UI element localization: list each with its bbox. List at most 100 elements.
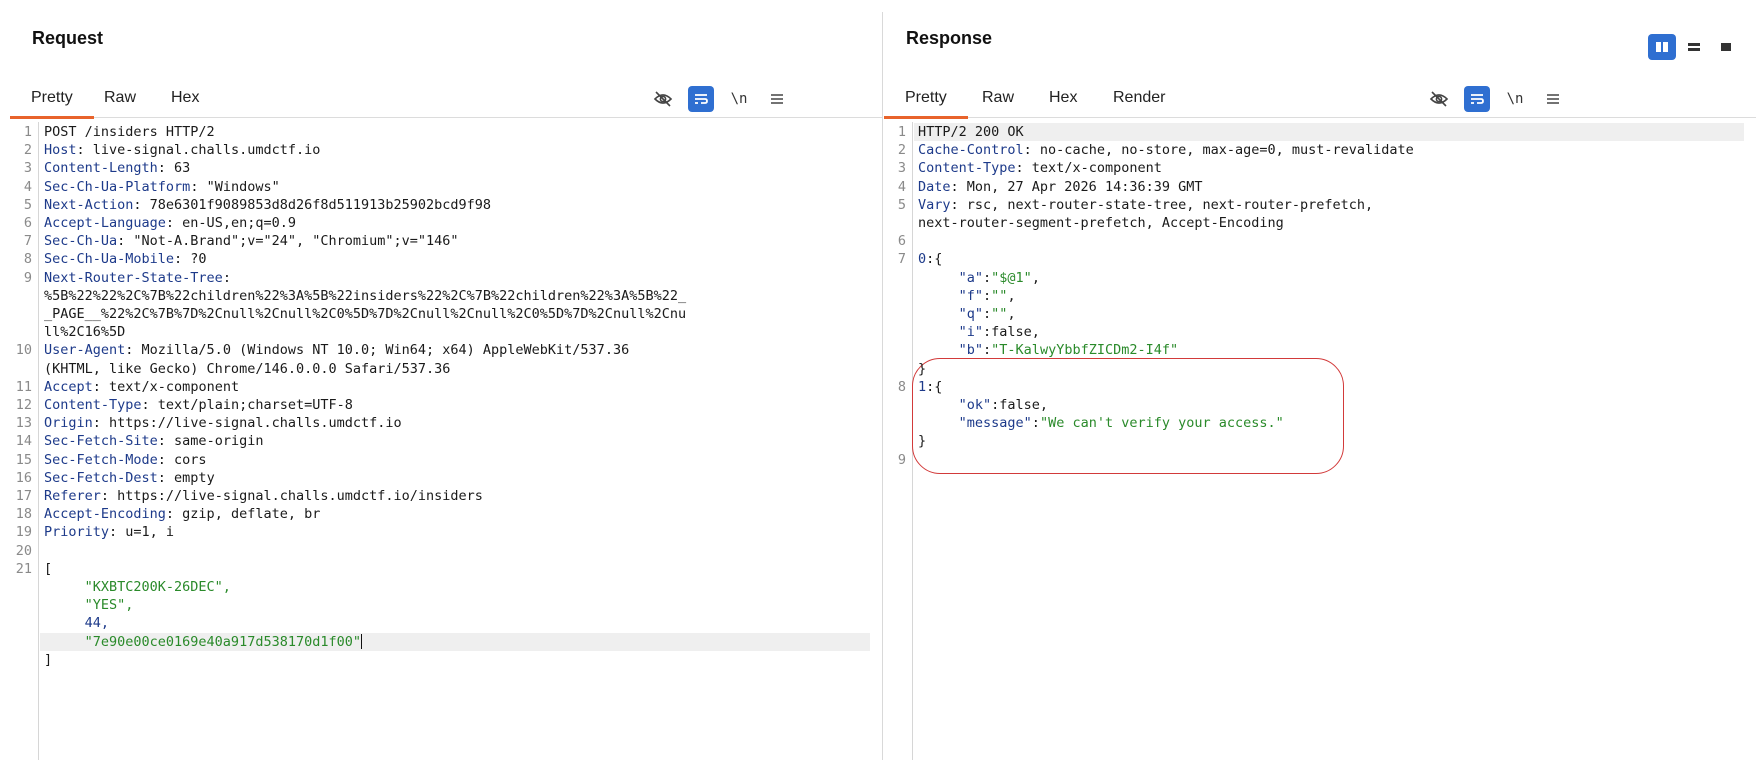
code-line: %5B%22%22%2C%7B%22children%22%3A%5B%22in… bbox=[10, 287, 882, 305]
code-token: : live-signal.challs.umdctf.io bbox=[76, 142, 321, 159]
split-horizontal-icon[interactable] bbox=[1680, 34, 1708, 60]
code-line: next-router-segment-prefetch, Accept-Enc… bbox=[884, 214, 1756, 232]
split-vertical-icon[interactable] bbox=[1648, 34, 1676, 60]
code-line: "YES", bbox=[10, 596, 882, 614]
code-text: Sec-Ch-Ua-Mobile: ?0 bbox=[44, 250, 207, 268]
code-text: (KHTML, like Gecko) Chrome/146.0.0.0 Saf… bbox=[44, 360, 450, 378]
code-token: "KXBTC200K-26DEC", bbox=[44, 579, 231, 595]
show-newlines-toggle[interactable]: \n bbox=[1502, 86, 1528, 112]
response-editor[interactable]: 1 HTTP/2 200 OK 2 Cache-Control: no-cache, … bbox=[884, 122, 1756, 760]
tab-response-raw[interactable]: Raw bbox=[961, 78, 1035, 118]
tab-response-hex[interactable]: Hex bbox=[1028, 78, 1098, 118]
code-token: HTTP/2 200 OK bbox=[918, 124, 1024, 140]
code-token: Content-Type bbox=[918, 160, 1016, 177]
tab-request-pretty[interactable]: Pretty bbox=[10, 78, 94, 119]
code-line: 20 bbox=[10, 542, 882, 560]
code-token: "7e90e00ce0169e40a917d538170d1f00" bbox=[44, 633, 361, 650]
code-line: ] bbox=[10, 651, 882, 669]
code-token: :{ bbox=[926, 378, 943, 395]
code-token: : empty bbox=[157, 469, 215, 486]
code-text: "i":false, bbox=[918, 323, 1040, 341]
code-line: 7 Sec-Ch-Ua: "Not-A.Brand";v="24", "Chrom… bbox=[10, 232, 882, 250]
code-token: "YES", bbox=[44, 597, 134, 614]
code-token: : "Windows" bbox=[190, 178, 280, 195]
code-text: HTTP/2 200 OK bbox=[918, 123, 1024, 141]
code-line: 1 HTTP/2 200 OK bbox=[884, 123, 1756, 141]
code-text: 0:{ bbox=[918, 250, 942, 268]
line-number: 21 bbox=[15, 560, 32, 577]
tab-request-hex[interactable]: Hex bbox=[150, 78, 220, 118]
menu-icon[interactable] bbox=[1540, 86, 1566, 112]
code-token: Date bbox=[918, 178, 951, 195]
word-wrap-icon[interactable] bbox=[688, 86, 714, 112]
code-text: next-router-segment-prefetch, Accept-Enc… bbox=[918, 214, 1284, 232]
response-toolbar: \n bbox=[1414, 86, 1566, 112]
hide-nonprintable-icon[interactable] bbox=[650, 86, 676, 112]
text-cursor bbox=[360, 634, 362, 650]
code-token: (KHTML, like Gecko) Chrome/146.0.0.0 Saf… bbox=[44, 360, 451, 377]
code-token: Sec-Ch-Ua bbox=[44, 233, 118, 250]
line-number: 7 bbox=[897, 251, 906, 268]
single-pane-icon[interactable] bbox=[1712, 34, 1740, 60]
line-number: 5 bbox=[23, 196, 32, 213]
code-line: _PAGE__%22%2C%7B%7D%2Cnull%2Cnull%2C0%5D… bbox=[10, 305, 882, 323]
code-line: "ok":false, bbox=[884, 396, 1756, 414]
tab-response-render[interactable]: Render bbox=[1092, 78, 1186, 118]
code-token: : text/x-component bbox=[1015, 160, 1162, 177]
code-token: : bbox=[983, 342, 992, 359]
code-line: "message":"We can't verify your access." bbox=[884, 414, 1756, 432]
hide-nonprintable-icon[interactable] bbox=[1426, 86, 1452, 112]
line-number: 2 bbox=[897, 142, 906, 159]
code-token: "b" bbox=[918, 342, 984, 359]
code-token: "q" bbox=[918, 306, 984, 322]
code-line: "KXBTC200K-26DEC", bbox=[10, 578, 882, 596]
code-line: 8 1:{ bbox=[884, 378, 1756, 396]
code-line: 5 Next-Action: 78e6301f9089853d8d26f8d511… bbox=[10, 196, 882, 214]
line-number: 13 bbox=[15, 415, 32, 432]
line-number: 4 bbox=[897, 178, 906, 195]
code-token: : https://live-signal.challs.umdctf.io bbox=[92, 415, 402, 432]
show-newlines-toggle[interactable]: \n bbox=[726, 86, 752, 112]
code-line: 9 bbox=[884, 451, 1756, 469]
word-wrap-icon[interactable] bbox=[1464, 86, 1490, 112]
code-text: Accept: text/x-component bbox=[44, 378, 239, 396]
code-line: ll%2C16%5D bbox=[10, 323, 882, 341]
code-token: } bbox=[918, 433, 927, 450]
code-token: Content-Length bbox=[44, 160, 158, 177]
code-token: Sec-Fetch-Site bbox=[44, 433, 158, 450]
code-token: :false, bbox=[991, 397, 1049, 413]
line-number: 6 bbox=[897, 233, 906, 250]
code-line: 2 Cache-Control: no-cache, no-store, max-… bbox=[884, 141, 1756, 159]
code-token: 1 bbox=[918, 378, 927, 395]
menu-icon[interactable] bbox=[764, 86, 790, 112]
code-token: : ?0 bbox=[174, 251, 207, 268]
code-text: Sec-Fetch-Dest: empty bbox=[44, 469, 215, 487]
code-line: 3 Content-Length: 63 bbox=[10, 159, 882, 177]
code-token: User-Agent bbox=[44, 342, 126, 359]
code-line: 2 Host: live-signal.challs.umdctf.io bbox=[10, 141, 882, 159]
code-text: "b":"T-KalwyYbbfZICDm2-I4f" bbox=[918, 341, 1178, 359]
line-number: 2 bbox=[23, 142, 32, 159]
code-text: Priority: u=1, i bbox=[44, 523, 174, 541]
line-number: 14 bbox=[15, 433, 32, 450]
code-token: Accept-Language bbox=[44, 215, 166, 231]
code-token: "T-KalwyYbbfZICDm2-I4f" bbox=[991, 342, 1179, 359]
request-editor[interactable]: 1 POST /insiders HTTP/2 2 Host: live-signal… bbox=[10, 122, 882, 760]
code-text: "a":"$@1", bbox=[918, 269, 1040, 287]
line-number: 5 bbox=[897, 196, 906, 213]
code-token: "" bbox=[991, 306, 1008, 322]
code-token: ll%2C16%5D bbox=[44, 324, 126, 341]
code-line: } bbox=[884, 360, 1756, 378]
code-line: 6 Accept-Language: en-US,en;q=0.9 bbox=[10, 214, 882, 232]
code-token: , bbox=[1007, 287, 1016, 304]
code-text: Content-Type: text/plain;charset=UTF-8 bbox=[44, 396, 353, 414]
code-token: : rsc, next-router-state-tree, next-rout… bbox=[950, 196, 1374, 213]
code-text: Next-Router-State-Tree: bbox=[44, 269, 231, 287]
tab-response-pretty[interactable]: Pretty bbox=[884, 78, 968, 119]
code-line: 3 Content-Type: text/x-component bbox=[884, 159, 1756, 177]
code-text: "f":"", bbox=[918, 287, 1016, 305]
line-number: 9 bbox=[23, 269, 32, 286]
code-text: Content-Length: 63 bbox=[44, 159, 190, 177]
tab-request-raw[interactable]: Raw bbox=[83, 78, 157, 118]
code-token: POST /insiders HTTP/2 bbox=[44, 124, 215, 140]
